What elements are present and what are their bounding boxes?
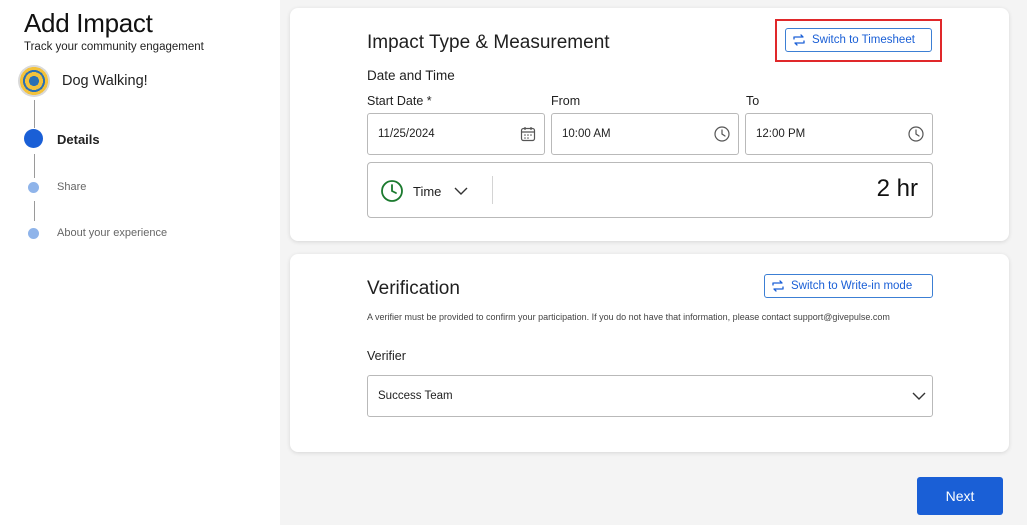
org-name: Dog Walking! [62, 73, 148, 89]
start-date-label: Start Date * [367, 94, 432, 108]
duration-divider [492, 176, 493, 204]
stepper-connector [34, 154, 35, 178]
verifier-value: Success Team [378, 390, 453, 402]
to-label: To [746, 94, 760, 108]
org-logo [18, 65, 50, 97]
step-label-share[interactable]: Share [57, 181, 86, 193]
verifier-label: Verifier [367, 349, 406, 363]
highlight-box [775, 19, 942, 62]
stepper-connector [34, 201, 35, 221]
unit-type-label: Time [413, 183, 442, 199]
start-date-field[interactable]: 11/25/2024 [367, 113, 545, 155]
sidebar: Add Impact Track your community engageme… [0, 0, 280, 525]
step-label-experience[interactable]: About your experience [57, 227, 167, 239]
chevron-down-icon [912, 392, 926, 400]
clock-icon[interactable] [714, 126, 730, 142]
chevron-down-icon [454, 187, 468, 195]
verifier-select[interactable]: Success Team [367, 375, 933, 417]
start-date-value: 11/25/2024 [378, 128, 435, 140]
stepper-connector [34, 100, 35, 128]
page-title: Add Impact [24, 8, 153, 38]
next-button[interactable]: Next [917, 477, 1003, 515]
calendar-icon[interactable] [520, 126, 536, 142]
verification-card: Verification Switch to Write-in mode A v… [290, 254, 1009, 452]
from-label: From [551, 94, 581, 108]
duration-value[interactable]: 2 hr [877, 175, 918, 203]
to-time-field[interactable]: 12:00 PM [745, 113, 933, 155]
switch-to-write-in-label: Switch to Write-in mode [791, 280, 913, 292]
duration-field: Time 2 hr [367, 162, 933, 218]
to-time-value: 12:00 PM [756, 128, 806, 140]
from-time-value: 10:00 AM [562, 128, 611, 140]
step-label-details[interactable]: Details [57, 132, 100, 147]
step-indicator-experience [28, 228, 39, 239]
page-subtitle: Track your community engagement [24, 41, 204, 53]
green-clock-icon [380, 179, 404, 203]
switch-to-write-in-button[interactable]: Switch to Write-in mode [764, 274, 933, 298]
step-indicator-details [24, 129, 43, 148]
verification-title: Verification [367, 278, 460, 299]
impact-section-title: Impact Type & Measurement [367, 32, 610, 53]
clock-icon[interactable] [908, 126, 924, 142]
verification-description: A verifier must be provided to confirm y… [367, 312, 890, 322]
from-time-field[interactable]: 10:00 AM [551, 113, 739, 155]
unit-type-select[interactable]: Time [380, 178, 468, 204]
step-indicator-share [28, 182, 39, 193]
date-time-heading: Date and Time [367, 68, 455, 83]
swap-icon [771, 280, 785, 292]
